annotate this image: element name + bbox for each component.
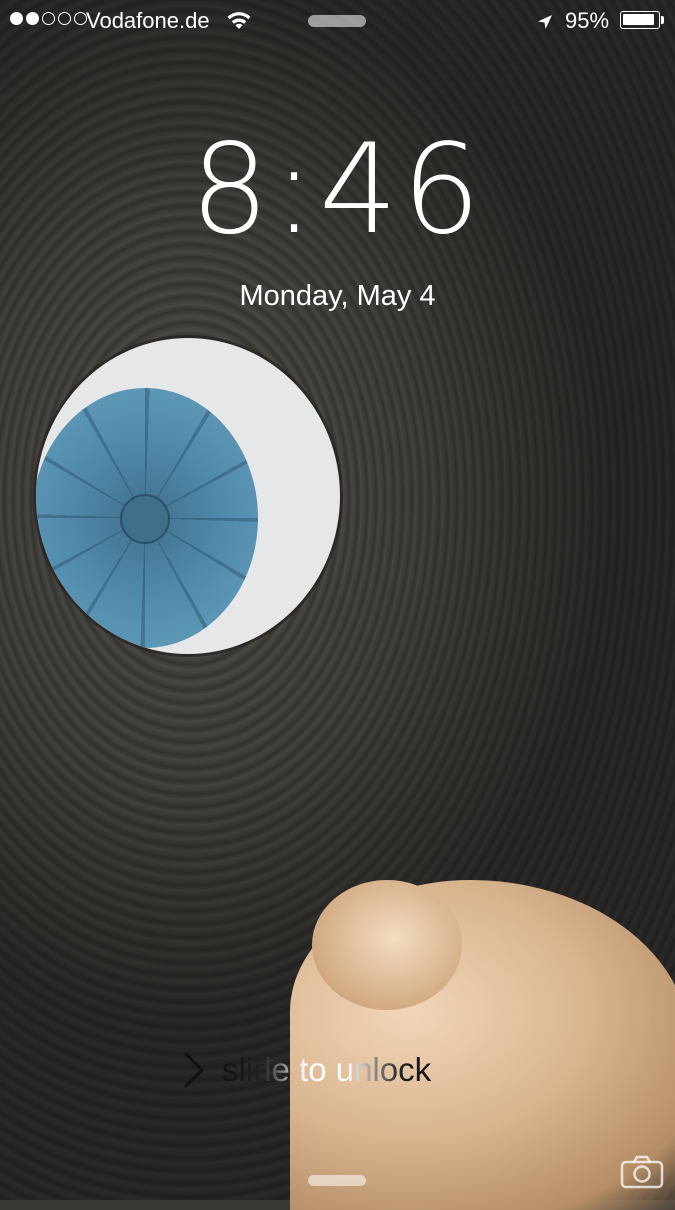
control-center-handle[interactable] [308, 1175, 366, 1186]
battery-icon [620, 11, 660, 29]
lock-screen-date: Monday, May 4 [239, 280, 436, 312]
location-arrow-icon [536, 11, 554, 37]
battery-percentage: 95% [565, 8, 610, 33]
wifi-icon [226, 9, 252, 37]
slide-to-unlock-label: slide to unlock [222, 1051, 432, 1088]
camera-icon[interactable] [620, 1155, 664, 1189]
wallpaper-dome [36, 388, 258, 648]
wallpaper-statue-head [312, 880, 462, 1010]
slide-to-unlock[interactable]: slide to unlock [178, 1050, 431, 1090]
battery-tip [661, 16, 664, 24]
wallpaper-skylight [36, 338, 340, 654]
notification-center-handle[interactable] [308, 15, 366, 27]
signal-strength-icon [10, 12, 87, 25]
signal-dot [10, 12, 23, 25]
signal-dot [26, 12, 39, 25]
status-bar: Vodafone.de 95% [0, 0, 675, 40]
carrier-name: Vodafone.de [86, 8, 210, 33]
signal-dot [58, 12, 71, 25]
signal-dot [42, 12, 55, 25]
chevron-right-icon [178, 1050, 210, 1090]
lock-screen-clock: 8:46 [190, 118, 485, 262]
battery-level-fill [623, 14, 655, 25]
